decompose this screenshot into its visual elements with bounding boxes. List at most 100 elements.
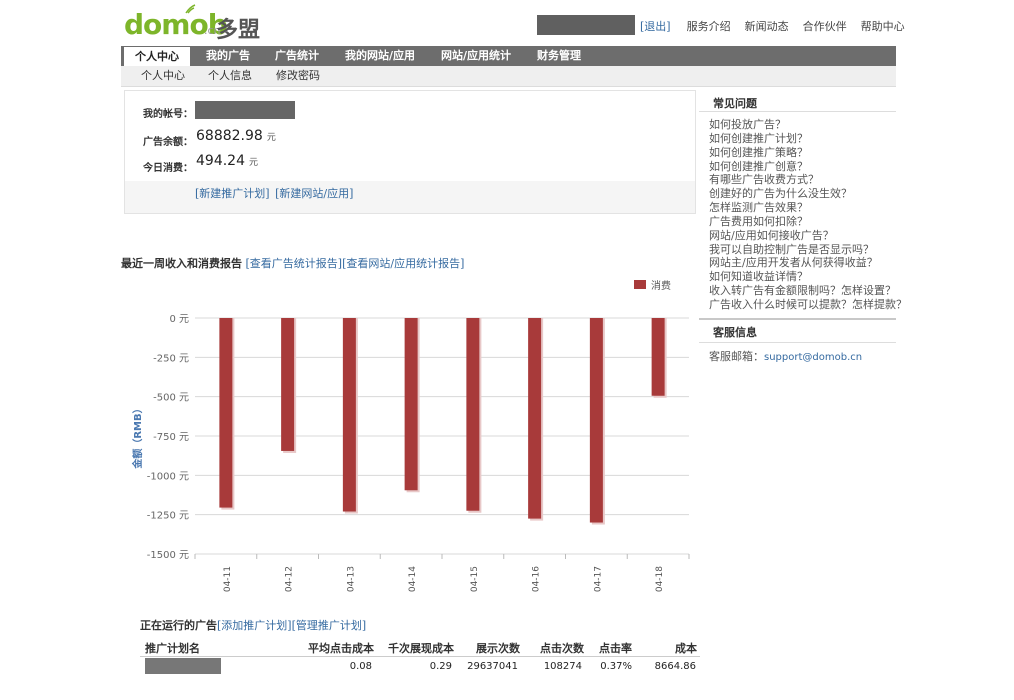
report-title: 最近一周收入和消费报告 bbox=[121, 257, 242, 270]
y-tick-label: 0 元 bbox=[169, 314, 189, 325]
account-summary: 我的帐号： 广告余额： 68882.98 元 今日消费： 494.24 元 [新建推… bbox=[124, 90, 696, 214]
signal-wave-icon bbox=[185, 4, 196, 14]
subnav-change-password[interactable]: 修改密码 bbox=[276, 66, 320, 86]
col-header-impressions: 展示次数 bbox=[476, 642, 520, 655]
nav-tab-personal-center[interactable]: 个人中心 bbox=[124, 47, 190, 66]
faq-item[interactable]: 如何创建推广策略？ bbox=[709, 146, 899, 160]
x-tick-label: 04-11 bbox=[223, 566, 233, 592]
redacted-plan-name[interactable] bbox=[145, 658, 221, 674]
faq-item[interactable]: 广告收入什么时候可以提款？怎样提款？ bbox=[709, 298, 907, 312]
ad-stats-report-link[interactable]: [查看广告统计报告] bbox=[246, 257, 343, 270]
page: domob .cn 多盟 [退出] 服务介绍 新闻动态 合作伙伴 帮助中心 个人… bbox=[0, 0, 1014, 700]
y-tick-label: -500 元 bbox=[153, 393, 189, 404]
x-tick-label: 04-13 bbox=[346, 566, 356, 592]
faq-item[interactable]: 广告费用如何扣除？ bbox=[709, 215, 899, 229]
y-axis-label: 金额（RMB） bbox=[131, 403, 144, 469]
legend-swatch bbox=[634, 280, 646, 289]
faq-item[interactable]: 网站/应用如何接收广告？ bbox=[709, 229, 899, 243]
faq-item[interactable]: 如何创建推广计划？ bbox=[709, 132, 899, 146]
report-heading: 最近一周收入和消费报告 [查看广告统计报告][查看网站/应用统计报告] bbox=[121, 255, 464, 271]
cell-ctr: 0.37% bbox=[600, 661, 632, 672]
faq-item[interactable]: 创建好的广告为什么没生效？ bbox=[709, 187, 899, 201]
faq-item[interactable]: 怎样监测广告效果？ bbox=[709, 201, 899, 215]
customer-service-email-label: 客服邮箱： bbox=[709, 350, 764, 363]
col-header-clicks: 点击次数 bbox=[540, 642, 584, 655]
balance-unit: 元 bbox=[266, 133, 276, 143]
top-link-service-intro[interactable]: 服务介绍 bbox=[687, 18, 731, 34]
today-spend-value: 494.24 bbox=[196, 153, 245, 169]
logout-link[interactable]: [退出] bbox=[640, 18, 671, 34]
nav-tab-site-stats[interactable]: 网站/应用统计 bbox=[441, 46, 511, 66]
faq-item[interactable]: 网站主/应用开发者从何获得收益？ bbox=[709, 256, 899, 270]
logo-chinese-name: 多盟 bbox=[216, 18, 261, 43]
bar bbox=[528, 318, 542, 519]
customer-service-header: 客服信息 bbox=[699, 318, 896, 343]
faq-item[interactable]: 我可以自助控制广告是否显示吗？ bbox=[709, 243, 899, 257]
faq-item[interactable]: 如何投放广告？ bbox=[709, 118, 899, 132]
legend-label: 消费 bbox=[651, 279, 671, 292]
y-tick-label: -1250 元 bbox=[147, 511, 189, 522]
customer-service-email-row: 客服邮箱：support@domob.cn bbox=[709, 348, 862, 364]
faq-item[interactable]: 有哪些广告收费方式？ bbox=[709, 173, 899, 187]
bar bbox=[342, 318, 356, 512]
sub-nav: 个人中心 个人信息 修改密码 bbox=[121, 66, 896, 87]
today-spend-unit: 元 bbox=[249, 158, 259, 168]
running-ads-heading: 正在运行的广告[添加推广计划][管理推广计划] bbox=[140, 617, 366, 633]
x-tick-label: 04-12 bbox=[285, 566, 295, 592]
subnav-personal-info[interactable]: 个人信息 bbox=[208, 66, 252, 86]
customer-service-title: 客服信息 bbox=[713, 326, 757, 339]
faq-title: 常见问题 bbox=[713, 97, 757, 110]
y-tick-label: -1500 元 bbox=[147, 550, 189, 561]
cell-cost: 8664.86 bbox=[654, 661, 696, 672]
today-spend-label: 今日消费： bbox=[143, 163, 193, 174]
bar bbox=[466, 318, 480, 511]
cell-avg-cpc: 0.08 bbox=[349, 661, 372, 672]
col-header-cpm: 千次展现成本 bbox=[388, 642, 454, 655]
nav-tab-my-sites[interactable]: 我的网站/应用 bbox=[345, 46, 415, 66]
col-header-plan-name: 推广计划名 bbox=[145, 642, 200, 655]
domob-logo[interactable]: domob .cn 多盟 bbox=[124, 4, 264, 44]
account-summary-body: 我的帐号： 广告余额： 68882.98 元 今日消费： 494.24 元 bbox=[125, 91, 695, 181]
col-header-avg-cpc: 平均点击成本 bbox=[308, 642, 374, 655]
table-divider bbox=[140, 656, 700, 657]
col-header-cost: 成本 bbox=[675, 642, 697, 655]
top-link-news[interactable]: 新闻动态 bbox=[745, 18, 789, 34]
cell-impressions: 29637041 bbox=[467, 661, 518, 672]
add-plan-link[interactable]: [添加推广计划] bbox=[217, 619, 292, 632]
top-link-help-center[interactable]: 帮助中心 bbox=[861, 18, 905, 34]
top-link-partners[interactable]: 合作伙伴 bbox=[803, 18, 847, 34]
bar bbox=[219, 318, 233, 508]
top-links: [退出] 服务介绍 新闻动态 合作伙伴 帮助中心 bbox=[640, 18, 919, 34]
x-tick-label: 04-14 bbox=[408, 566, 418, 592]
nav-tab-ad-stats[interactable]: 广告统计 bbox=[275, 46, 319, 66]
today-spend-group: 494.24 元 bbox=[196, 153, 258, 169]
new-site-link[interactable]: [新建网站/应用] bbox=[275, 187, 353, 200]
redacted-username bbox=[537, 15, 635, 35]
running-ads-title: 正在运行的广告 bbox=[140, 619, 217, 632]
y-tick-label: -750 元 bbox=[153, 432, 189, 443]
bar bbox=[651, 318, 665, 396]
account-links: [新建推广计划] [新建网站/应用] bbox=[195, 185, 355, 201]
faq-header: 常见问题 bbox=[699, 91, 896, 112]
x-tick-label: 04-18 bbox=[655, 566, 665, 592]
nav-tab-finance[interactable]: 财务管理 bbox=[537, 46, 581, 66]
bar bbox=[404, 318, 418, 491]
balance-value-group: 68882.98 元 bbox=[196, 128, 276, 144]
weekly-spend-chart: 0 元 -250 元 -500 元 -750 元 -1000 元 -1250 元 -1500… bbox=[131, 279, 690, 592]
faq-item[interactable]: 收入转广告有金额限制吗？怎样设置？ bbox=[709, 284, 899, 298]
cell-clicks: 108274 bbox=[543, 661, 582, 672]
customer-service-email-link[interactable]: support@domob.cn bbox=[764, 352, 862, 363]
faq-item[interactable]: 如何创建推广创意？ bbox=[709, 160, 899, 174]
new-plan-link[interactable]: [新建推广计划] bbox=[195, 187, 270, 200]
bar bbox=[281, 318, 295, 451]
nav-tab-my-ads[interactable]: 我的广告 bbox=[206, 46, 250, 66]
account-label: 我的帐号： bbox=[143, 109, 193, 120]
faq-item[interactable]: 如何知道收益详情？ bbox=[709, 270, 899, 284]
y-tick-label: -1000 元 bbox=[147, 471, 189, 482]
faq-list: 如何投放广告？ 如何创建推广计划？ 如何创建推广策略？ 如何创建推广创意？ 有哪… bbox=[709, 118, 907, 312]
subnav-personal-center[interactable]: 个人中心 bbox=[141, 66, 185, 86]
redacted-account bbox=[195, 101, 295, 119]
cell-cpm: 0.29 bbox=[429, 661, 452, 672]
manage-plan-link[interactable]: [管理推广计划] bbox=[292, 619, 367, 632]
site-stats-report-link[interactable]: [查看网站/应用统计报告] bbox=[342, 257, 464, 270]
